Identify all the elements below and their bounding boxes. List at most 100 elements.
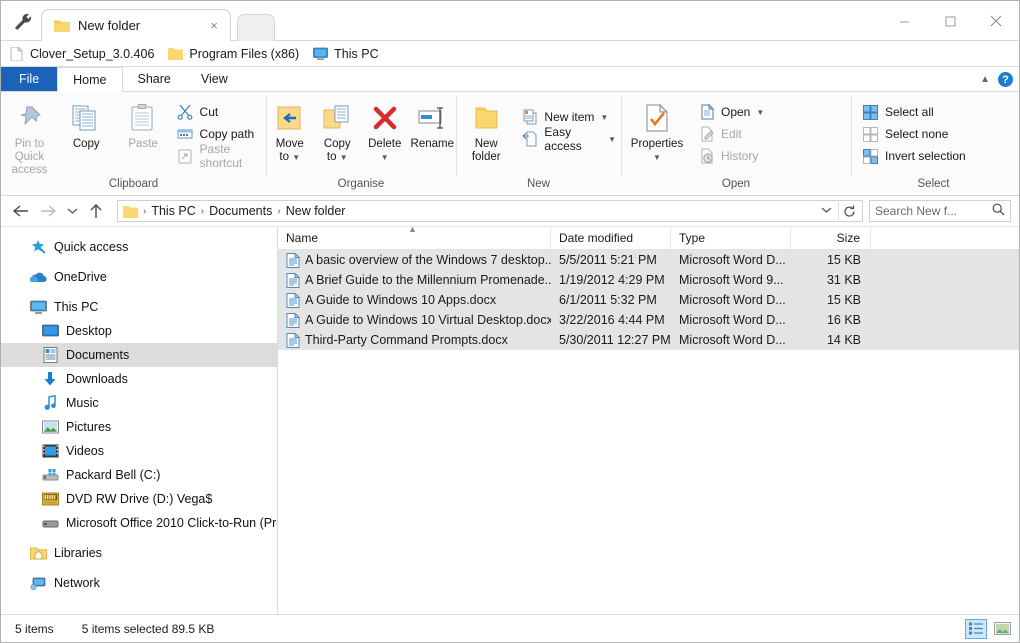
details-view-icon[interactable]: [965, 618, 987, 639]
tab-file[interactable]: File: [1, 67, 58, 91]
easy-access-button[interactable]: Easy access ▼: [516, 125, 621, 153]
sidebar-item-downloads[interactable]: Downloads: [1, 367, 277, 391]
tab-home[interactable]: Home: [57, 67, 123, 92]
sidebar-item-pictures[interactable]: Pictures: [1, 415, 277, 439]
star-pin-icon: [29, 239, 47, 256]
move-to-button[interactable]: Move to ▼: [266, 96, 314, 164]
button-label: Properties: [630, 138, 684, 150]
sidebar-item-dvd-rw-drive-d[interactable]: DVD RW Drive (D:) Vega$: [1, 487, 277, 511]
tab-title: New folder: [78, 18, 141, 33]
edit-button[interactable]: Edit: [693, 123, 769, 145]
open-icon: [698, 104, 715, 121]
move-to-icon: [275, 101, 305, 135]
sidebar-item-desktop[interactable]: Desktop: [1, 319, 277, 343]
column-header-name[interactable]: ▲ Name: [278, 224, 551, 249]
minimize-icon[interactable]: [881, 1, 927, 41]
sidebar-item-packard-bell-c[interactable]: Packard Bell (C:): [1, 463, 277, 487]
cut-button[interactable]: Cut: [172, 101, 266, 123]
help-button[interactable]: ?: [998, 72, 1013, 87]
table-row[interactable]: A basic overview of the Windows 7 deskto…: [278, 250, 1019, 270]
table-row[interactable]: Third-Party Command Prompts.docx 5/30/20…: [278, 330, 1019, 350]
column-header-date-modified[interactable]: Date modified: [551, 227, 671, 249]
button-label: Invert selection: [885, 149, 966, 163]
forward-button[interactable]: [35, 199, 61, 223]
tab-share[interactable]: Share: [123, 67, 186, 91]
button-label: Pin to Quick: [14, 138, 45, 163]
table-row[interactable]: A Brief Guide to the Millennium Promenad…: [278, 270, 1019, 290]
bookmark-item[interactable]: Program Files (x86): [168, 47, 299, 61]
close-icon[interactable]: [973, 1, 1019, 41]
bookmark-item[interactable]: This PC: [313, 47, 379, 61]
copy-to-button[interactable]: Copy to ▼: [314, 96, 362, 164]
select-none-button[interactable]: Select none: [857, 123, 971, 145]
cell-type: Microsoft Word D...: [679, 293, 786, 307]
delete-icon: [371, 101, 399, 135]
open-button[interactable]: Open ▼: [693, 101, 769, 123]
copy-button[interactable]: Copy: [58, 96, 115, 151]
delete-button[interactable]: Delete ▼: [361, 96, 409, 164]
history-button[interactable]: History: [693, 145, 769, 167]
button-label: Rename: [410, 138, 454, 150]
cell-type: Microsoft Word D...: [679, 253, 786, 267]
bookmark-label: Program Files (x86): [189, 46, 300, 61]
breadcrumb[interactable]: › This PC › Documents › New folder: [117, 200, 863, 222]
monitor-icon: [29, 299, 47, 316]
table-row[interactable]: A Guide to Windows 10 Virtual Desktop.do…: [278, 310, 1019, 330]
column-label: Date modified: [559, 231, 634, 245]
bookmark-item[interactable]: Clover_Setup_3.0.406: [9, 45, 154, 61]
caret-down-icon: ▼: [380, 153, 389, 162]
paste-button[interactable]: Paste: [115, 96, 172, 151]
recent-locations-button[interactable]: [63, 199, 81, 223]
new-tab-button[interactable]: [237, 14, 275, 41]
button-label: Copy: [72, 138, 100, 150]
cell-date: 5/5/2011 5:21 PM: [559, 253, 657, 267]
group-label: New: [526, 178, 550, 190]
sidebar-item-documents[interactable]: Documents: [1, 343, 277, 367]
select-all-button[interactable]: Select all: [857, 101, 971, 123]
chevron-down-icon[interactable]: [815, 206, 838, 217]
sidebar-item-libraries[interactable]: Libraries: [1, 541, 277, 565]
ribbon-right-controls: ▲ ?: [980, 67, 1013, 92]
back-button[interactable]: [7, 199, 33, 223]
rename-button[interactable]: Rename: [409, 96, 457, 151]
search-icon[interactable]: [992, 203, 1005, 219]
column-header-type[interactable]: Type: [671, 227, 791, 249]
column-header-size[interactable]: Size: [791, 227, 871, 249]
hard-drive-icon: [41, 467, 59, 484]
group-label: Clipboard: [108, 178, 159, 190]
sidebar-item-network[interactable]: Network: [1, 571, 277, 595]
chevron-up-icon[interactable]: ▲: [980, 74, 990, 85]
up-button[interactable]: [83, 199, 109, 223]
breadcrumb-item-this-pc[interactable]: This PC: [147, 204, 199, 218]
refresh-icon[interactable]: [838, 200, 860, 222]
sidebar-item-microsoft-office-2010[interactable]: Microsoft Office 2010 Click-to-Run (Prot…: [1, 511, 277, 535]
cell-size: 16 KB: [826, 313, 861, 327]
search-input[interactable]: Search New f...: [869, 200, 1011, 222]
wrench-icon[interactable]: [13, 12, 35, 32]
caret-down-icon: ▼: [608, 134, 616, 144]
sidebar-item-music[interactable]: Music: [1, 391, 277, 415]
sidebar-item-this-pc[interactable]: This PC: [1, 295, 277, 319]
sidebar-item-onedrive[interactable]: OneDrive: [1, 265, 277, 289]
browser-tab-new-folder[interactable]: New folder ×: [41, 9, 231, 41]
table-row[interactable]: A Guide to Windows 10 Apps.docx 6/1/2011…: [278, 290, 1019, 310]
sidebar-item-videos[interactable]: Videos: [1, 439, 277, 463]
caret-down-icon: ▼: [339, 153, 348, 162]
sidebar-item-label: Videos: [66, 444, 104, 458]
maximize-icon[interactable]: [927, 1, 973, 41]
close-icon[interactable]: ×: [206, 18, 222, 34]
properties-button[interactable]: Properties ▼: [621, 96, 693, 164]
breadcrumb-item-new-folder[interactable]: New folder: [282, 204, 350, 218]
group-label: Open: [721, 178, 751, 190]
tab-view[interactable]: View: [186, 67, 243, 91]
invert-selection-button[interactable]: Invert selection: [857, 145, 971, 167]
button-label: New item: [544, 110, 595, 124]
cell-type: Microsoft Word D...: [679, 313, 786, 327]
new-item-icon: [521, 109, 538, 126]
sidebar-item-quick-access[interactable]: Quick access: [1, 235, 277, 259]
thumbnail-view-icon[interactable]: [991, 619, 1013, 639]
new-folder-button[interactable]: New folder: [456, 96, 516, 164]
paste-shortcut-button[interactable]: Paste shortcut: [172, 142, 266, 170]
breadcrumb-item-documents[interactable]: Documents: [205, 204, 276, 218]
pin-to-quick-access-button[interactable]: Pin to Quick access: [1, 96, 58, 177]
